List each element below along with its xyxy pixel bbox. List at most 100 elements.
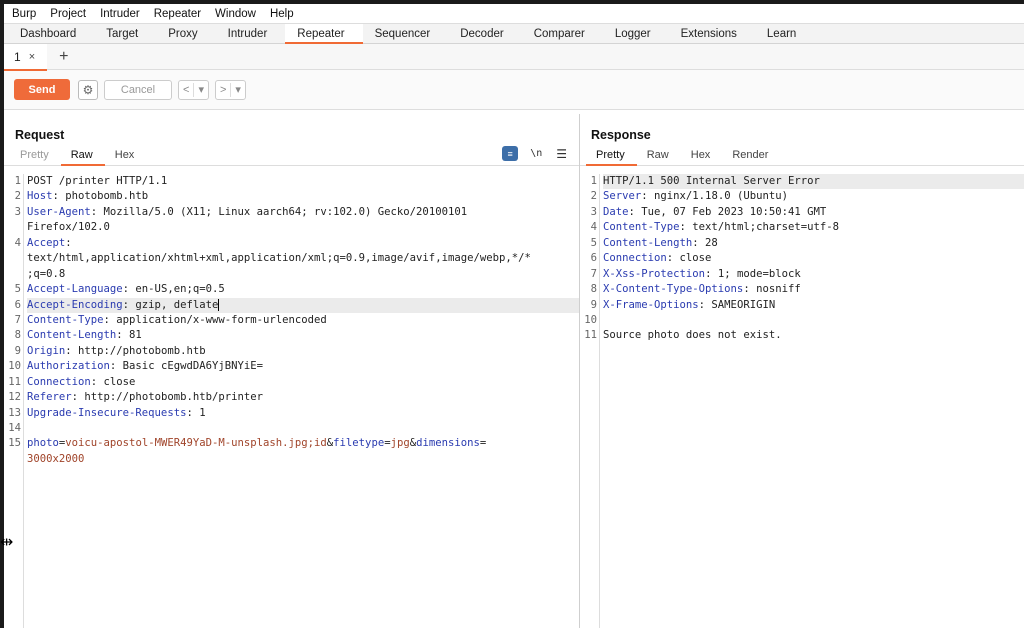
- header-value: : http://photobomb.htb/printer: [71, 391, 263, 404]
- header-name: Date: [603, 205, 629, 218]
- menu-item-project[interactable]: Project: [50, 8, 86, 20]
- code-line: X-Frame-Options: SAMEORIGIN: [603, 298, 1024, 313]
- cancel-button[interactable]: Cancel: [104, 79, 172, 100]
- line-number: 2: [14, 190, 21, 203]
- header-name: Content-Type: [27, 313, 104, 326]
- tab-dashboard[interactable]: Dashboard: [8, 24, 94, 43]
- line-number: 5: [14, 283, 21, 296]
- header-name: Host: [27, 190, 53, 203]
- header-name: Connection: [603, 252, 667, 265]
- line-number: 13: [8, 406, 21, 419]
- gear-icon[interactable]: ⚙: [78, 79, 98, 100]
- header-value: : Basic cEgwdDA6YjBNYiE=: [109, 360, 263, 373]
- menu-item-window[interactable]: Window: [215, 8, 256, 20]
- request-editor[interactable]: 1 2 3 4 5 6 7 8 9 10 11 12 13 14 15 POST /printer HTTP…: [4, 174, 579, 628]
- tab-raw[interactable]: Raw: [60, 144, 105, 166]
- tab-repeater[interactable]: Repeater: [285, 24, 363, 44]
- line-number: 10: [584, 313, 597, 326]
- tab-intruder[interactable]: Intruder: [216, 24, 286, 43]
- header-name: Accept: [27, 236, 66, 249]
- main-tabs: Dashboard Target Proxy Intruder Repeater Sequ…: [4, 23, 1024, 44]
- line-number: 1: [590, 175, 597, 187]
- header-value: ;q=0.8: [27, 267, 66, 280]
- menu-icon[interactable]: ☰: [556, 147, 567, 161]
- tab-raw[interactable]: Raw: [637, 144, 681, 165]
- header-value: : close: [90, 375, 136, 388]
- line-number: 7: [590, 267, 597, 280]
- menu-item-repeater[interactable]: Repeater: [154, 8, 201, 20]
- code-line: POST /printer HTTP/1.1: [27, 174, 579, 189]
- tab-logger[interactable]: Logger: [603, 24, 669, 43]
- code-line: Accept-Language: en-US,en;q=0.5: [27, 282, 579, 297]
- response-view-tabs: Pretty Raw Hex Render: [580, 144, 1024, 166]
- chevron-down-icon[interactable]: ▾: [194, 83, 208, 96]
- close-icon[interactable]: ×: [29, 51, 35, 63]
- repeater-tab-1[interactable]: 1 ×: [4, 43, 48, 71]
- header-name: Origin: [27, 344, 66, 357]
- resize-cursor-icon: ⇹: [0, 534, 14, 551]
- header-name: Accept-Language: [27, 283, 123, 296]
- header-value: : en-US,en;q=0.5: [122, 283, 225, 296]
- line-number: 4: [590, 221, 597, 234]
- header-value: : 1: [186, 406, 206, 419]
- tab-hex[interactable]: Hex: [681, 144, 723, 165]
- tab-comparer[interactable]: Comparer: [522, 24, 603, 43]
- header-value: : http://photobomb.htb: [65, 344, 206, 357]
- code-line: Upgrade-Insecure-Requests: 1: [27, 406, 579, 421]
- word-wrap-icon[interactable]: ≡: [502, 146, 519, 161]
- header-name: X-Content-Type-Options: [603, 283, 744, 296]
- header-value: : Mozilla/5.0 (X11; Linux aarch64; rv:10…: [90, 205, 468, 218]
- header-value: Firefox/102.0: [27, 221, 110, 234]
- header-value: : text/html;charset=utf-8: [679, 221, 839, 234]
- header-name: Referer: [27, 391, 72, 404]
- tab-learn[interactable]: Learn: [755, 24, 814, 43]
- send-button[interactable]: Send: [14, 79, 70, 100]
- param-value: voicu-apostol-MWER49YaD-M-unsplash.jpg;i…: [65, 437, 327, 450]
- line-number: [4, 220, 21, 235]
- line-number: 9: [590, 298, 597, 311]
- line-number: [4, 267, 21, 282]
- line-number: 3: [590, 205, 597, 218]
- tab-extensions[interactable]: Extensions: [669, 24, 755, 43]
- menu-item-intruder[interactable]: Intruder: [100, 8, 140, 20]
- tab-render[interactable]: Render: [722, 144, 780, 165]
- line-number: 6: [590, 252, 597, 265]
- header-value: : 28: [692, 236, 718, 249]
- tab-sequencer[interactable]: Sequencer: [363, 24, 449, 43]
- menu-bar: Burp Project Intruder Repeater Window Help: [4, 4, 1024, 23]
- chevron-down-icon[interactable]: ▾: [231, 83, 245, 96]
- code-line: X-Xss-Protection: 1; mode=block: [603, 267, 1024, 282]
- header-value: : nosniff: [743, 283, 801, 296]
- forward-history-control[interactable]: > ▾: [214, 79, 246, 100]
- header-name: Content-Length: [27, 329, 117, 342]
- back-arrow-icon[interactable]: <: [179, 84, 193, 96]
- menu-item-help[interactable]: Help: [270, 8, 294, 20]
- response-editor[interactable]: 1 2 3 4 5 6 7 8 9 10 11 HTTP/1.1 500 Internal Serv…: [580, 174, 1024, 628]
- line-number: 5: [590, 236, 597, 249]
- line-number: [4, 251, 21, 266]
- tab-decoder[interactable]: Decoder: [448, 24, 521, 43]
- response-text[interactable]: HTTP/1.1 500 Internal Server Error Server…: [600, 174, 1024, 628]
- add-tab-button[interactable]: +: [59, 48, 68, 66]
- line-number: 11: [8, 375, 21, 388]
- tab-pretty[interactable]: Pretty: [586, 144, 637, 166]
- back-history-control[interactable]: < ▾: [178, 79, 209, 100]
- tab-hex[interactable]: Hex: [105, 144, 147, 165]
- code-line: HTTP/1.1 500 Internal Server Error: [603, 174, 1024, 190]
- header-name: Content-Type: [603, 221, 680, 234]
- menu-item-burp[interactable]: Burp: [12, 8, 36, 20]
- forward-arrow-icon[interactable]: >: [216, 84, 230, 96]
- header-value: : SAMEORIGIN: [698, 298, 776, 311]
- header-value: Source photo does not exist.: [603, 329, 782, 342]
- request-view-tabs: Pretty Raw Hex ≡ \n ☰: [4, 144, 579, 166]
- show-newlines-button[interactable]: \n: [530, 148, 542, 159]
- header-name: Upgrade-Insecure-Requests: [27, 406, 187, 419]
- code-line: Content-Type: text/html;charset=utf-8: [603, 220, 1024, 235]
- tab-target[interactable]: Target: [94, 24, 156, 43]
- header-name: X-Frame-Options: [603, 298, 699, 311]
- response-pane: Response Pretty Raw Hex Render 1 2 3 4 5 6 7 8 9 10 1…: [580, 114, 1024, 628]
- param-name: filetype: [333, 437, 385, 450]
- tab-pretty[interactable]: Pretty: [10, 144, 61, 165]
- request-text[interactable]: POST /printer HTTP/1.1 Host: photobomb.ht…: [24, 174, 579, 628]
- tab-proxy[interactable]: Proxy: [156, 24, 215, 43]
